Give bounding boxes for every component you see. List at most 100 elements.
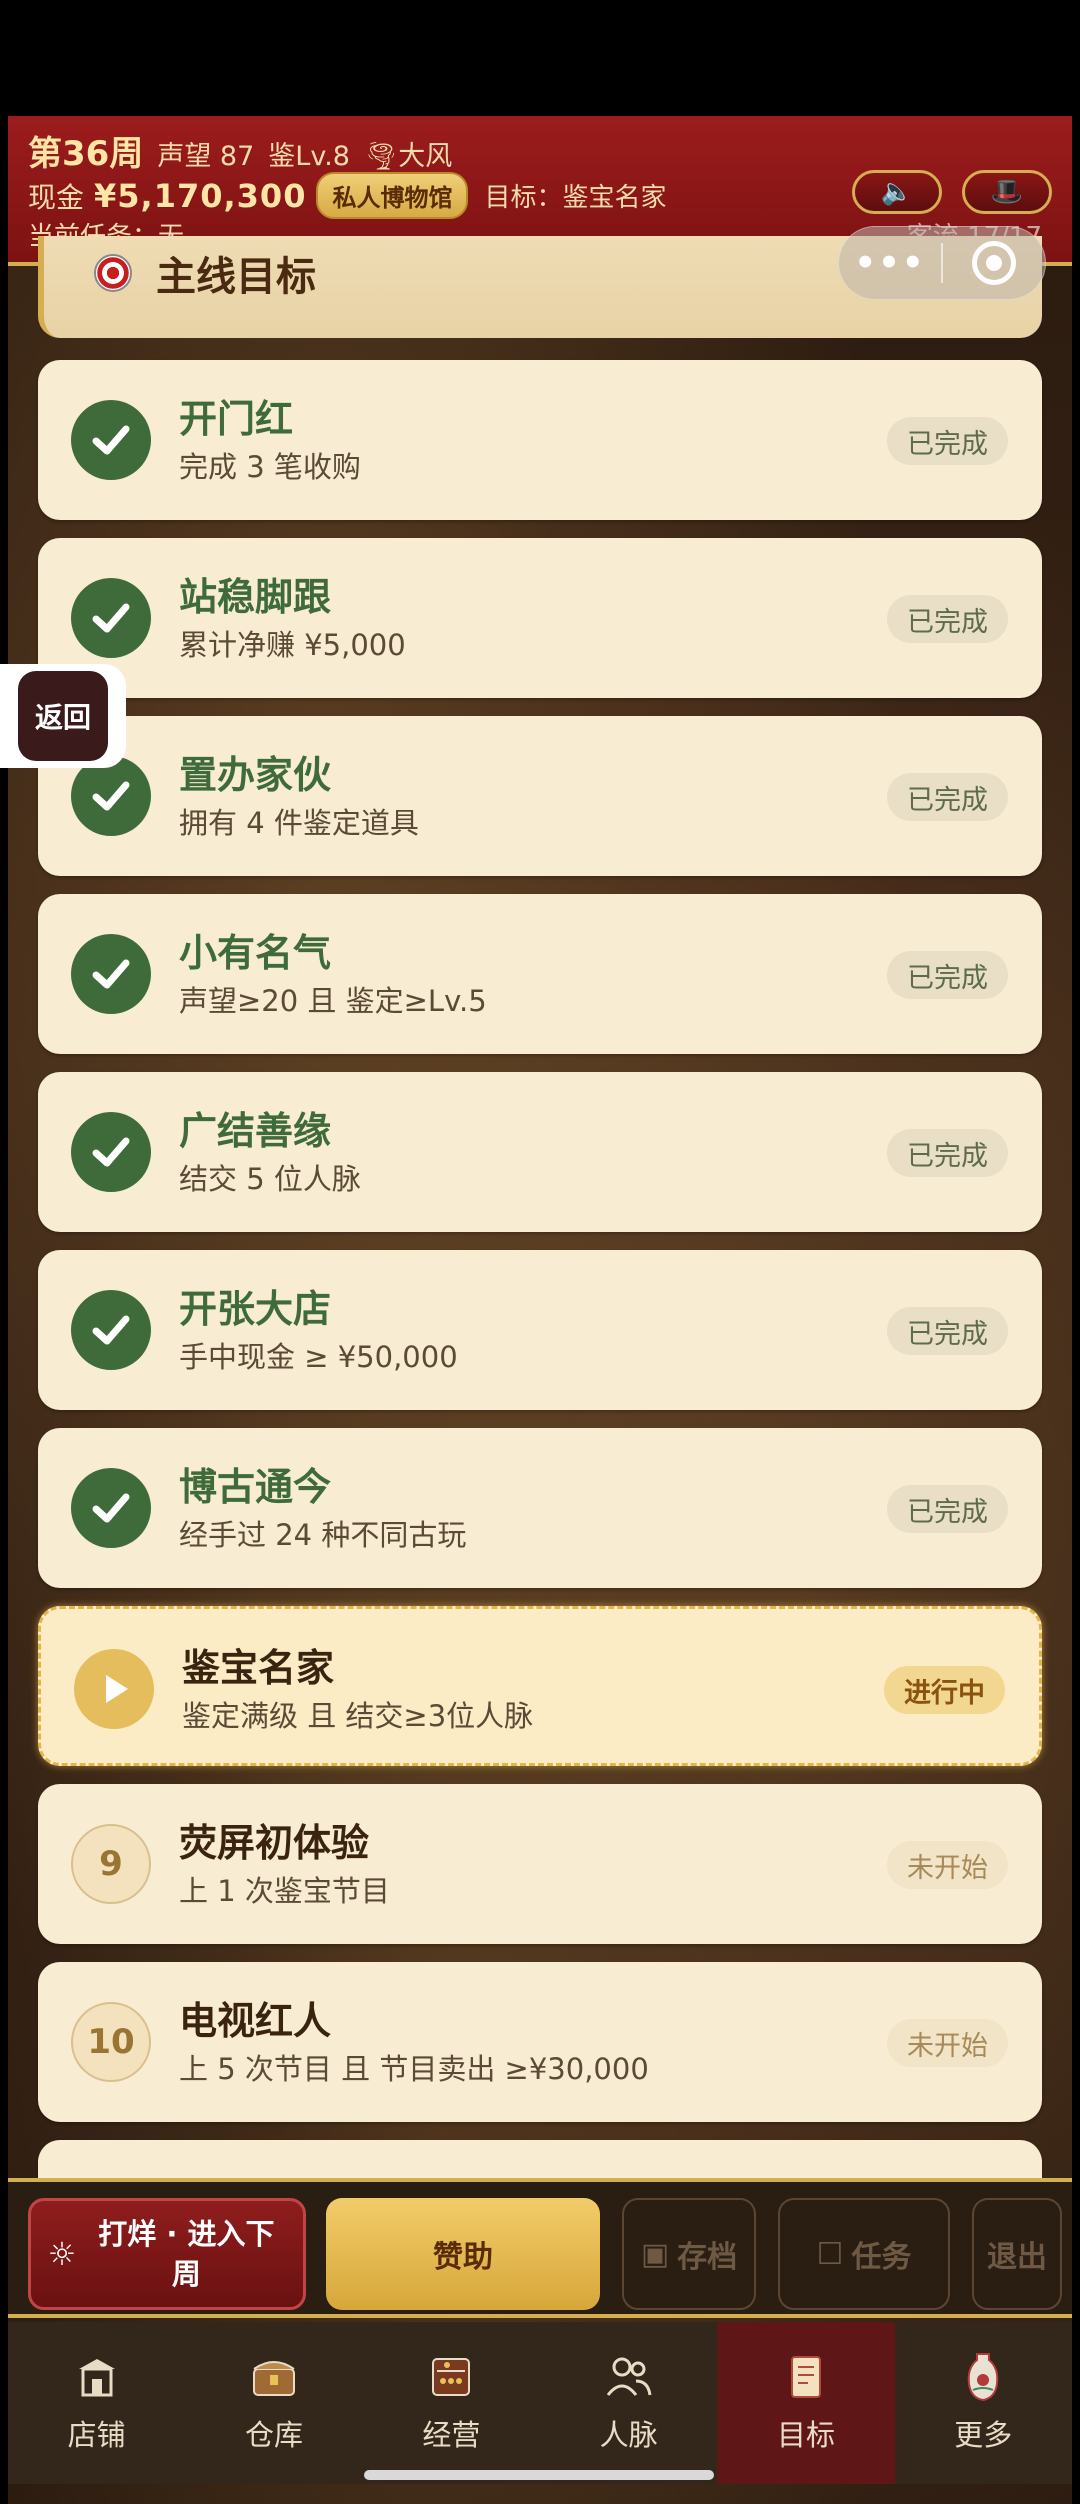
save-label: 存档 — [677, 2240, 738, 2275]
quest-title: 站稳脚跟 — [179, 575, 332, 619]
close-miniprogram-button[interactable] — [943, 241, 1045, 285]
quest-card[interactable]: 置办家伙 拥有 4 件鉴定道具 已完成 — [38, 716, 1042, 876]
quest-title: 荧屏初体验 — [179, 1821, 370, 1865]
nav-shop-label: 店铺 — [67, 2418, 126, 2452]
quest-card[interactable]: 9 荧屏初体验 上 1 次鉴宝节目 未开始 — [38, 1784, 1042, 1944]
quest-desc: 手中现金 ≥ ¥50,000 — [179, 1340, 458, 1374]
check-icon — [71, 1112, 151, 1192]
vase-icon — [963, 2352, 1003, 2402]
action-bar: ☼ 打烊 · 进入下周 赞助 ▣ 存档 ☐ 任务 退出 — [8, 2178, 1072, 2318]
home-indicator — [364, 2470, 714, 2480]
speaker-muted-icon: 🔈 — [880, 177, 914, 207]
quest-status: 已完成 — [887, 951, 1008, 999]
quest-title: 博古通今 — [179, 1465, 332, 1509]
nav-contacts-label: 人脉 — [599, 2418, 658, 2452]
tornado-icon: 🌪 — [363, 141, 399, 172]
museum-badge: 私人博物馆 — [316, 172, 469, 219]
task-icon: ☐ — [816, 2236, 844, 2272]
nav-goals[interactable]: 目标 — [717, 2322, 895, 2484]
quest-number: 10 — [71, 2002, 151, 2082]
more-menu-button[interactable]: ••• — [839, 243, 941, 283]
current-goal: 目标：鉴宝名家 — [484, 183, 667, 213]
weather-text: 大风 — [398, 141, 453, 172]
quest-desc: 声望≥20 且 鉴定≥Lv.5 — [179, 984, 487, 1018]
cash-label: 现金 — [28, 180, 85, 214]
quest-status: 未开始 — [887, 2019, 1008, 2067]
nav-more[interactable]: 更多 — [895, 2322, 1072, 2484]
quest-desc: 累计净赚 ¥5,000 — [179, 628, 406, 662]
sun-icon: ☼ — [47, 2235, 77, 2273]
quest-title: 开张大店 — [179, 1287, 332, 1331]
quest-title: 置办家伙 — [179, 753, 332, 797]
quest-status: 已完成 — [887, 417, 1008, 465]
cash-value: ¥5,170,300 — [94, 176, 307, 215]
nav-contacts[interactable]: 人脉 — [540, 2322, 717, 2484]
nav-business-label: 经营 — [422, 2418, 481, 2452]
quest-desc: 鉴定满级 且 结交≥3位人脉 — [182, 1699, 534, 1733]
shop-icon — [75, 2352, 119, 2402]
save-icon: ▣ — [640, 2236, 670, 2272]
quest-status: 已完成 — [887, 595, 1008, 643]
check-icon — [71, 400, 151, 480]
nav-shop[interactable]: 店铺 — [8, 2322, 185, 2484]
quest-title: 广结善缘 — [179, 1109, 332, 1153]
quest-title: 鉴宝名家 — [182, 1646, 335, 1690]
quest-card[interactable]: 开门红 完成 3 笔收购 已完成 — [38, 360, 1042, 520]
hat-icon: 🎩 — [990, 177, 1024, 207]
quest-title: 电视红人 — [179, 1999, 332, 2043]
target-icon — [94, 254, 132, 292]
quest-status: 进行中 — [884, 1666, 1005, 1714]
save-button[interactable]: ▣ 存档 — [622, 2198, 756, 2310]
check-icon — [71, 1468, 151, 1548]
sound-toggle-button[interactable]: 🔈 — [852, 170, 942, 214]
check-icon — [71, 756, 151, 836]
section-head-inner: 主线目标 — [94, 244, 316, 302]
header-row-stats: 第36周 声望 87 鉴Lv.8 🌪大风 — [28, 126, 452, 175]
quit-button[interactable]: 退出 — [972, 2198, 1062, 2310]
quest-status: 已完成 — [887, 1129, 1008, 1177]
next-week-label: 打烊 · 进入下周 — [98, 2217, 275, 2291]
quest-status: 已完成 — [887, 1485, 1008, 1533]
task-button[interactable]: ☐ 任务 — [778, 2198, 950, 2310]
music-toggle-button[interactable]: 🎩 — [962, 170, 1052, 214]
nav-more-label: 更多 — [954, 2418, 1013, 2452]
quest-desc: 完成 3 笔收购 — [179, 450, 361, 484]
nav-warehouse[interactable]: 仓库 — [185, 2322, 362, 2484]
quest-title: 开门红 — [179, 397, 294, 441]
quest-list: 开门红 完成 3 笔收购 已完成 站稳脚跟 累计净赚 ¥5,000 已完成 置办… — [38, 360, 1042, 2218]
sponsor-button[interactable]: 赞助 — [326, 2198, 600, 2310]
quest-title: 小有名气 — [179, 931, 332, 975]
quest-card[interactable]: 博古通今 经手过 24 种不同古玩 已完成 — [38, 1428, 1042, 1588]
reputation-label: 声望 87 — [157, 141, 255, 172]
next-week-button[interactable]: ☼ 打烊 · 进入下周 — [28, 2198, 306, 2310]
play-icon — [74, 1649, 154, 1729]
quest-card[interactable]: 开张大店 手中现金 ≥ ¥50,000 已完成 — [38, 1250, 1042, 1410]
record-icon — [972, 241, 1016, 285]
miniprogram-capsule: ••• — [838, 226, 1046, 300]
quest-card-active[interactable]: 鉴宝名家 鉴定满级 且 结交≥3位人脉 进行中 — [38, 1606, 1042, 1766]
back-button[interactable]: 返回 — [0, 664, 126, 768]
nav-warehouse-label: 仓库 — [244, 2418, 303, 2452]
quest-status: 已完成 — [887, 773, 1008, 821]
check-icon — [71, 578, 151, 658]
people-icon — [604, 2352, 654, 2402]
bottom-nav: 店铺 仓库 经营 人脉 目标 更多 — [8, 2322, 1072, 2484]
chest-icon — [250, 2352, 298, 2402]
scroll-icon — [786, 2352, 826, 2402]
quest-desc: 上 1 次鉴宝节目 — [179, 1874, 390, 1908]
quest-status: 已完成 — [887, 1307, 1008, 1355]
section-title: 主线目标 — [156, 254, 316, 300]
quest-card[interactable]: 广结善缘 结交 5 位人脉 已完成 — [38, 1072, 1042, 1232]
quest-desc: 上 5 次节目 且 节目卖出 ≥¥30,000 — [179, 2052, 649, 2086]
quest-desc: 拥有 4 件鉴定道具 — [179, 806, 419, 840]
nav-business[interactable]: 经营 — [363, 2322, 540, 2484]
quest-desc: 经手过 24 种不同古玩 — [179, 1518, 467, 1552]
quest-card[interactable]: 站稳脚跟 累计净赚 ¥5,000 已完成 — [38, 538, 1042, 698]
nav-goals-label: 目标 — [776, 2418, 835, 2452]
quest-number: 9 — [71, 1824, 151, 1904]
check-icon — [71, 1290, 151, 1370]
check-icon — [71, 934, 151, 1014]
quest-card[interactable]: 10 电视红人 上 5 次节目 且 节目卖出 ≥¥30,000 未开始 — [38, 1962, 1042, 2122]
quest-card[interactable]: 小有名气 声望≥20 且 鉴定≥Lv.5 已完成 — [38, 894, 1042, 1054]
quest-status: 未开始 — [887, 1841, 1008, 1889]
